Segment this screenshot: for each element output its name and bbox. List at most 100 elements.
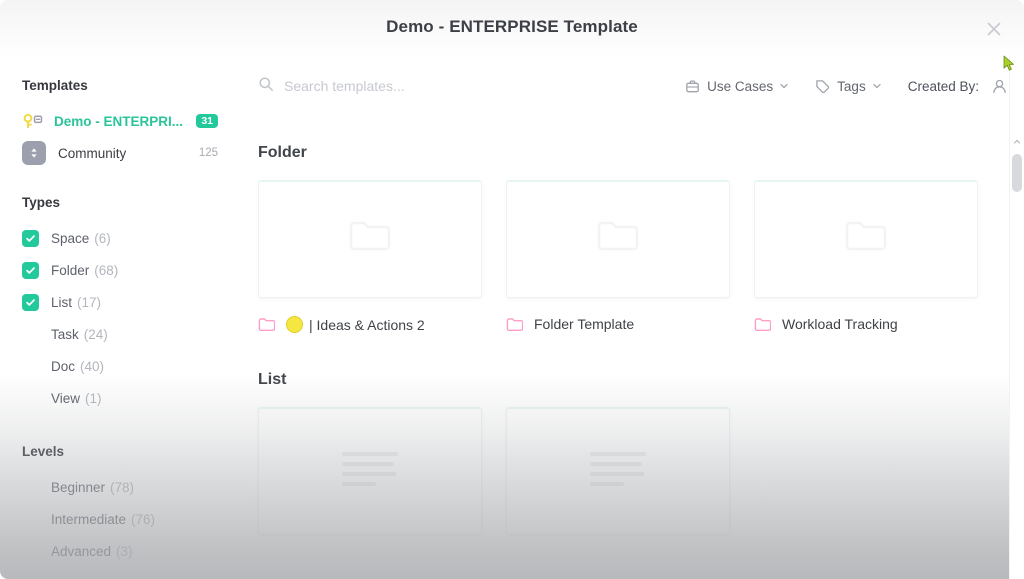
- filter-label: Advanced: [51, 543, 112, 559]
- vertical-scrollbar[interactable]: [1009, 56, 1024, 579]
- filter-label: List: [51, 294, 73, 310]
- community-icon: [22, 141, 46, 165]
- close-icon: [987, 22, 1001, 36]
- card-thumbnail[interactable]: [258, 407, 482, 535]
- filter-label: Doc: [51, 358, 76, 374]
- tags-label: Tags: [837, 78, 866, 94]
- filter-count: (24): [83, 326, 108, 342]
- checkbox-unchecked-icon[interactable]: [22, 390, 39, 407]
- filter-type-doc[interactable]: Doc (40): [0, 350, 236, 382]
- search-box[interactable]: [258, 76, 588, 97]
- folder-glyph-icon: [844, 219, 888, 260]
- filter-type-list[interactable]: List (17): [0, 286, 236, 318]
- sidebar-heading-templates: Templates: [22, 78, 88, 93]
- card-thumbnail[interactable]: [754, 180, 978, 298]
- card-label: Folder Template: [506, 316, 728, 332]
- sidebar-item-badge: 31: [196, 113, 218, 129]
- filter-type-space[interactable]: Space (6): [0, 222, 236, 254]
- chevron-down-icon: [779, 81, 789, 91]
- card-title: | Ideas & Actions 2: [309, 316, 425, 333]
- search-icon: [258, 76, 274, 97]
- filter-count: (3): [116, 543, 133, 559]
- filter-count: (78): [110, 479, 135, 495]
- card-row-list: [258, 407, 1024, 535]
- filter-count: (40): [80, 358, 105, 374]
- template-card[interactable]: Workload Tracking: [754, 180, 978, 333]
- checkbox-checked-icon[interactable]: [22, 293, 39, 311]
- templates-modal: Demo - ENTERPRISE Template Templates Dem…: [0, 0, 1024, 579]
- card-label: | Ideas & Actions 2: [258, 316, 480, 333]
- filter-label: Beginner: [51, 479, 106, 495]
- filter-type-task[interactable]: Task (24): [0, 318, 236, 350]
- filter-level-beginner[interactable]: Beginner (78): [0, 471, 236, 503]
- sidebar: Templates Demo - ENTERPRI... 31 Communit…: [0, 56, 236, 579]
- template-card[interactable]: Folder Template: [506, 180, 730, 333]
- results-area: Folder | Ideas & Actions 2 Folder Templa…: [236, 116, 1024, 579]
- checkbox-unchecked-icon[interactable]: [22, 326, 39, 343]
- scroll-up-arrow-icon[interactable]: [1013, 138, 1021, 146]
- user-avatar-icon[interactable]: [991, 78, 1008, 95]
- template-card[interactable]: | Ideas & Actions 2: [258, 180, 482, 333]
- key-icon: [22, 110, 44, 132]
- filter-label: View: [51, 390, 81, 406]
- checkbox-unchecked-icon[interactable]: [22, 358, 39, 375]
- filter-level-intermediate[interactable]: Intermediate (76): [0, 503, 236, 535]
- created-by-label: Created By:: [907, 78, 979, 94]
- folder-glyph-icon: [348, 219, 392, 260]
- checkbox-checked-icon[interactable]: [22, 229, 39, 247]
- briefcase-icon: [685, 79, 700, 94]
- folder-icon: [754, 317, 771, 332]
- list-glyph-icon: [342, 451, 398, 492]
- checkbox-unchecked-icon[interactable]: [22, 511, 39, 528]
- group-title-list: List: [258, 371, 287, 388]
- checkbox-unchecked-icon[interactable]: [22, 479, 39, 496]
- created-by-filter[interactable]: Created By:: [908, 78, 1008, 95]
- checkbox-unchecked-icon[interactable]: [22, 543, 39, 560]
- checkbox-checked-icon[interactable]: [22, 261, 39, 279]
- tag-icon: [815, 79, 830, 94]
- tags-filter[interactable]: Tags: [815, 79, 882, 94]
- toolbar: Use Cases Tags Created By:: [236, 56, 1024, 116]
- card-thumbnail[interactable]: [506, 180, 730, 298]
- chevron-down-icon: [872, 81, 882, 91]
- group-title-folder: Folder: [258, 144, 307, 161]
- filter-count: (76): [131, 511, 156, 527]
- sidebar-item-label: Demo - ENTERPRI...: [54, 113, 184, 129]
- page-title: Demo - ENTERPRISE Template: [386, 17, 638, 36]
- filter-count: (17): [77, 294, 102, 310]
- filter-type-folder[interactable]: Folder (68): [0, 254, 236, 286]
- template-card[interactable]: [258, 407, 482, 535]
- sidebar-heading-types: Types: [22, 195, 61, 210]
- filter-level-advanced[interactable]: Advanced (3): [0, 535, 236, 567]
- yellow-circle-emoji: [286, 316, 303, 333]
- close-button[interactable]: [981, 16, 1007, 42]
- filter-label: Intermediate: [51, 511, 127, 527]
- sidebar-item-community[interactable]: Community 125: [0, 137, 236, 169]
- filter-count: (1): [85, 390, 102, 406]
- filter-type-view[interactable]: View (1): [0, 382, 236, 414]
- template-card[interactable]: [506, 407, 730, 535]
- sidebar-item-label: Community: [58, 145, 127, 161]
- search-input[interactable]: [284, 78, 574, 94]
- card-thumbnail[interactable]: [258, 180, 482, 298]
- card-label: Workload Tracking: [754, 316, 976, 332]
- use-cases-filter[interactable]: Use Cases: [685, 79, 789, 94]
- scrollbar-thumb[interactable]: [1012, 154, 1022, 192]
- main-content: Use Cases Tags Created By:: [236, 56, 1024, 579]
- filter-count: (6): [94, 230, 111, 246]
- sidebar-item-demo-enterprise[interactable]: Demo - ENTERPRI... 31: [0, 105, 236, 137]
- use-cases-label: Use Cases: [707, 78, 774, 94]
- card-title: Folder Template: [534, 316, 635, 332]
- sidebar-heading-levels: Levels: [22, 444, 65, 459]
- card-row-folder: | Ideas & Actions 2 Folder Template Work…: [258, 180, 1024, 333]
- filter-count: (68): [94, 262, 119, 278]
- card-title: Workload Tracking: [782, 316, 898, 332]
- folder-icon: [506, 317, 523, 332]
- sidebar-item-count: 125: [198, 147, 218, 159]
- filter-label: Folder: [51, 262, 90, 278]
- list-glyph-icon: [590, 451, 646, 492]
- card-thumbnail[interactable]: [506, 407, 730, 535]
- filter-label: Space: [51, 230, 90, 246]
- folder-glyph-icon: [596, 219, 640, 260]
- modal-header: Demo - ENTERPRISE Template: [0, 0, 1024, 56]
